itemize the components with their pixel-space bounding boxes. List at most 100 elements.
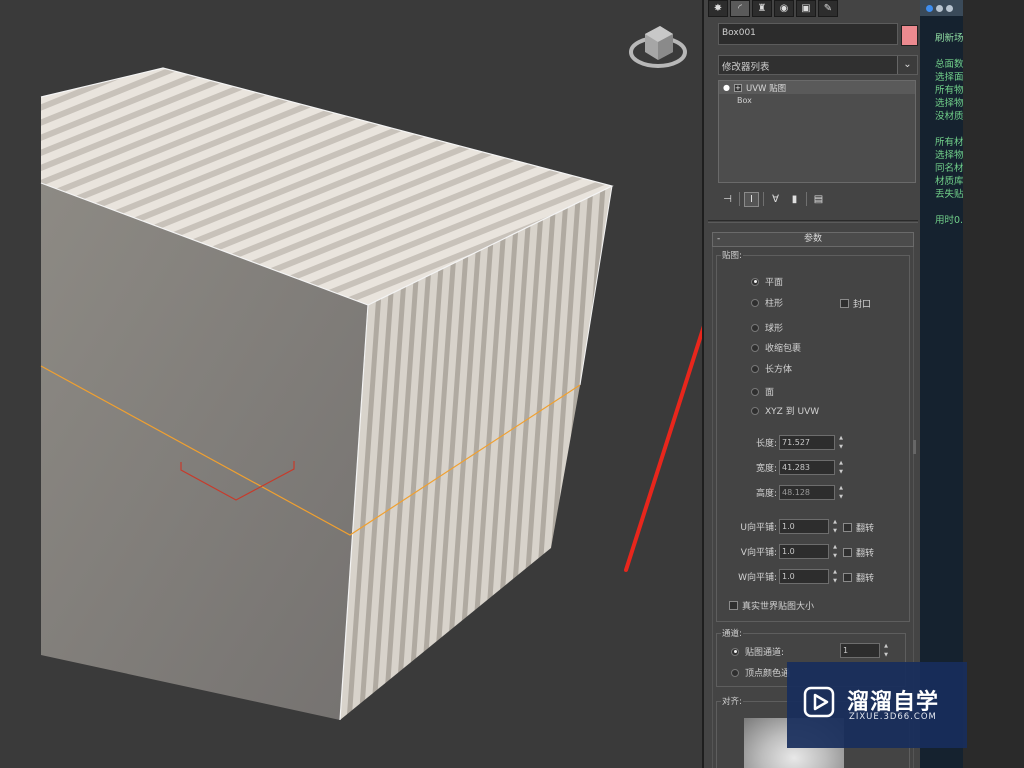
radio-label: 球形 (765, 324, 784, 334)
v-tile-spinner[interactable]: V向平铺: 1.0 ▲ ▼ (727, 544, 839, 559)
length-field[interactable]: 71.527 (779, 435, 835, 450)
vertex-color-channel-radio[interactable]: 顶点颜色通 (731, 666, 790, 679)
mapping-radio-face[interactable]: 面 (751, 385, 774, 398)
info-line: 所有物 (935, 85, 963, 96)
radio-button[interactable] (751, 298, 759, 307)
info-line: 选择面 (935, 72, 963, 83)
window-dot-icon[interactable] (946, 4, 953, 12)
display-tab[interactable]: ▣ (796, 0, 816, 17)
channel-group-label: 通道: (721, 627, 743, 639)
stack-item-box[interactable]: Box (719, 94, 915, 107)
w-tile-field[interactable]: 1.0 (779, 569, 829, 584)
info-line: 材质库 (935, 176, 963, 187)
motion-tab[interactable]: ◉ (774, 0, 794, 17)
panel-scrollbar[interactable] (913, 440, 916, 454)
checkbox[interactable] (840, 299, 849, 308)
v-flip-checkbox[interactable]: 翻转 (843, 546, 874, 559)
app-window: ✸ ◜ ♜ ◉ ▣ ✎ Box001 修改器列表 ⌄ ● + UVW 贴图 Bo… (0, 0, 1024, 768)
radio-button[interactable] (751, 343, 759, 352)
stack-item-uvw-map[interactable]: ● + UVW 贴图 (719, 81, 915, 94)
info-panel-titlebar (920, 0, 963, 16)
radio-button[interactable] (731, 647, 739, 656)
viewcube-icon[interactable] (629, 26, 687, 68)
checkbox[interactable] (843, 548, 852, 557)
spinner-arrows-icon[interactable]: ▲ ▼ (882, 643, 890, 658)
height-field[interactable]: 48.128 (779, 485, 835, 500)
u-tile-spinner[interactable]: U向平铺: 1.0 ▲ ▼ (727, 519, 839, 534)
w-flip-checkbox[interactable]: 翻转 (843, 571, 874, 584)
toolbar-divider (739, 192, 740, 206)
mapping-radio-box[interactable]: 长方体 (751, 362, 792, 375)
expand-icon[interactable]: + (733, 83, 742, 92)
perspective-viewport[interactable] (0, 0, 702, 768)
width-spinner[interactable]: 宽度: 41.283 ▲ ▼ (741, 460, 845, 475)
radio-label: 柱形 (765, 299, 784, 309)
lightbulb-icon[interactable]: ● (723, 83, 730, 92)
checkbox[interactable] (843, 523, 852, 532)
annotation-arrow (624, 325, 702, 572)
radio-button[interactable] (751, 387, 759, 396)
hierarchy-tab[interactable]: ♜ (752, 0, 772, 17)
mapping-radio-shrink-wrap[interactable]: 收缩包裹 (751, 341, 801, 354)
radio-label: 面 (765, 388, 775, 398)
u-tile-label: U向平铺: (740, 523, 777, 533)
map-channel-radio[interactable]: 贴图通道: (731, 645, 784, 658)
length-label: 长度: (755, 439, 777, 449)
u-flip-checkbox[interactable]: 翻转 (843, 521, 874, 534)
spinner-arrows-icon[interactable]: ▲ ▼ (831, 519, 839, 534)
create-tab[interactable]: ✸ (708, 0, 728, 17)
chevron-down-icon[interactable]: ⌄ (897, 56, 917, 74)
checkbox[interactable] (729, 601, 738, 610)
show-end-result-icon[interactable]: Ⅰ (744, 191, 759, 207)
cap-checkbox[interactable]: 封口 (840, 297, 871, 310)
checkbox-label: 翻转 (856, 574, 875, 584)
spinner-arrows-icon[interactable]: ▲ ▼ (837, 435, 845, 450)
parameters-rollout-header[interactable]: - 参数 (712, 232, 914, 247)
refresh-scene-label[interactable]: 刷新场 (935, 30, 963, 44)
collapse-icon[interactable]: - (717, 233, 720, 246)
radio-button[interactable] (751, 406, 759, 415)
radio-button[interactable] (751, 364, 759, 373)
play-logo-icon (803, 686, 835, 718)
radio-button[interactable] (751, 323, 759, 332)
height-spinner[interactable]: 高度: 48.128 ▲ ▼ (741, 485, 845, 500)
radio-label: 顶点颜色通 (745, 669, 791, 679)
map-channel-spinner[interactable]: 1 ▲ ▼ (840, 643, 890, 658)
map-channel-field[interactable]: 1 (840, 643, 880, 658)
spinner-arrows-icon[interactable]: ▲ ▼ (837, 460, 845, 475)
configure-sets-icon[interactable]: ▤ (811, 192, 826, 207)
mapping-radio-planar[interactable]: 平面 (751, 275, 783, 288)
width-field[interactable]: 41.283 (779, 460, 835, 475)
pin-stack-icon[interactable]: ⊣ (720, 192, 735, 207)
real-world-map-size-checkbox[interactable]: 真实世界贴图大小 (729, 599, 814, 612)
width-label: 宽度: (755, 464, 777, 474)
info-line: 用时0. (935, 215, 963, 226)
checkbox[interactable] (843, 573, 852, 582)
create-icon: ✸ (713, 2, 723, 14)
mapping-radio-spherical[interactable]: 球形 (751, 321, 783, 334)
window-dot-icon[interactable] (926, 4, 933, 12)
radio-button[interactable] (751, 277, 759, 286)
modify-tab[interactable]: ◜ (730, 0, 750, 17)
object-name-field[interactable]: Box001 (718, 23, 898, 45)
v-tile-field[interactable]: 1.0 (779, 544, 829, 559)
spinner-arrows-icon[interactable]: ▲ ▼ (837, 485, 845, 500)
radio-button[interactable] (731, 668, 739, 677)
spinner-arrows-icon[interactable]: ▲ ▼ (831, 569, 839, 584)
rollout-title: 参数 (803, 234, 822, 244)
mapping-radio-cylindrical[interactable]: 柱形 (751, 296, 783, 309)
command-panel: ✸ ◜ ♜ ◉ ▣ ✎ Box001 修改器列表 ⌄ ● + UVW 贴图 Bo… (702, 0, 920, 768)
make-unique-icon[interactable]: ∀ (768, 192, 783, 207)
modifier-list-dropdown[interactable]: 修改器列表 ⌄ (718, 55, 918, 75)
u-tile-field[interactable]: 1.0 (779, 519, 829, 534)
object-color-swatch[interactable] (901, 25, 918, 46)
length-spinner[interactable]: 长度: 71.527 ▲ ▼ (741, 435, 845, 450)
w-tile-spinner[interactable]: W向平铺: 1.0 ▲ ▼ (727, 569, 839, 584)
utilities-tab[interactable]: ✎ (818, 0, 838, 17)
remove-modifier-icon[interactable]: ▮ (787, 192, 802, 207)
toolbar-divider (806, 192, 807, 206)
window-dot-icon[interactable] (936, 4, 943, 12)
info-line: 没材质 (935, 111, 963, 122)
mapping-radio-xyz-to-uvw[interactable]: XYZ 到 UVW (751, 404, 819, 417)
spinner-arrows-icon[interactable]: ▲ ▼ (831, 544, 839, 559)
